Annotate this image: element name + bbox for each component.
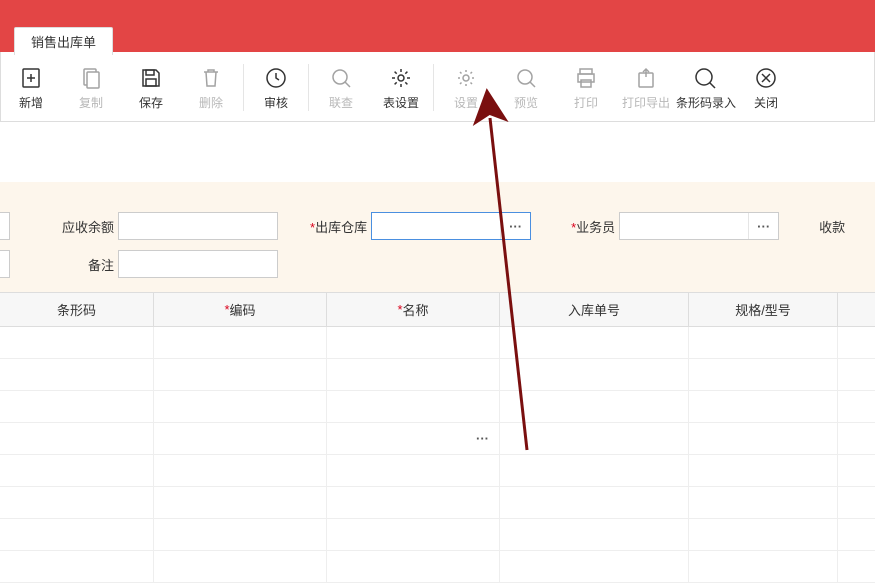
set-label: 设置 <box>454 94 478 111</box>
data-grid: 条形码 *编码 *名称 入库单号 规格/型号 ··· <box>0 292 875 583</box>
truncated-field-left-2 <box>0 250 10 278</box>
salesperson-picker-icon[interactable]: ··· <box>748 213 778 239</box>
table-row[interactable]: ··· <box>0 423 875 455</box>
print-export-button: 打印导出 <box>616 64 676 111</box>
toolbar: 新增 复制 保存 删除 审核 联查 表设置 <box>0 52 875 122</box>
active-tab[interactable]: 销售出库单 <box>14 27 113 55</box>
audit-label: 审核 <box>264 94 288 111</box>
warehouse-combo[interactable]: ··· <box>371 212 531 240</box>
table-settings-button[interactable]: 表设置 <box>371 64 431 111</box>
col-code[interactable]: *编码 <box>154 293 327 326</box>
new-button[interactable]: 新增 <box>1 64 61 111</box>
delete-button: 删除 <box>181 64 241 111</box>
close-button[interactable]: 关闭 <box>736 64 796 111</box>
tableset-label: 表设置 <box>383 94 419 111</box>
plus-page-icon <box>19 66 43 90</box>
remark-label: 备注 <box>78 255 114 274</box>
receivable-label: 应收余额 <box>54 217 114 236</box>
warehouse-label: *出库仓库 <box>310 217 367 236</box>
col-spec[interactable]: 规格/型号 <box>689 293 838 326</box>
table-row[interactable] <box>0 359 875 391</box>
gear-icon <box>389 66 413 90</box>
barcode-magnifier-icon <box>693 66 719 90</box>
table-row[interactable] <box>0 487 875 519</box>
copy-button: 复制 <box>61 64 121 111</box>
save-icon <box>139 66 163 90</box>
settings-button: 设置 <box>436 64 496 111</box>
col-name[interactable]: *名称 <box>327 293 500 326</box>
delete-label: 删除 <box>199 94 223 111</box>
receivable-input[interactable] <box>118 212 278 240</box>
warehouse-input[interactable] <box>372 213 500 239</box>
payment-label: 收款 <box>819 217 845 236</box>
salesperson-input[interactable] <box>620 213 748 239</box>
save-label: 保存 <box>139 94 163 111</box>
trash-icon <box>199 66 223 90</box>
col-inbound-no[interactable]: 入库单号 <box>500 293 689 326</box>
header-bar: 销售出库单 <box>0 0 875 52</box>
grid-body: ··· <box>0 327 875 583</box>
col-extra[interactable] <box>838 293 875 326</box>
table-row[interactable] <box>0 455 875 487</box>
cell-picker-icon[interactable]: ··· <box>327 423 499 454</box>
warehouse-picker-icon[interactable]: ··· <box>500 213 530 239</box>
table-row[interactable] <box>0 391 875 423</box>
magnifier-icon <box>329 66 353 90</box>
table-row[interactable] <box>0 327 875 359</box>
preview-icon <box>514 66 538 90</box>
barcode-label: 条形码录入 <box>676 94 736 111</box>
joint-query-button: 联查 <box>311 64 371 111</box>
save-button[interactable]: 保存 <box>121 64 181 111</box>
joint-label: 联查 <box>329 94 353 111</box>
col-barcode[interactable]: 条形码 <box>0 293 154 326</box>
copy-icon <box>79 66 103 90</box>
close-label: 关闭 <box>754 94 778 111</box>
print-icon <box>574 66 598 90</box>
print-label: 打印 <box>574 94 598 111</box>
table-row[interactable] <box>0 519 875 551</box>
table-row[interactable] <box>0 551 875 583</box>
printexp-label: 打印导出 <box>622 94 670 111</box>
truncated-field-left <box>0 212 10 240</box>
new-label: 新增 <box>19 94 43 111</box>
clock-check-icon <box>264 66 288 90</box>
salesperson-label: *业务员 <box>571 217 615 236</box>
salesperson-combo[interactable]: ··· <box>619 212 779 240</box>
filter-form: 应收余额 *出库仓库 ··· *业务员 ··· 收款 备注 <box>0 182 875 292</box>
grid-header: 条形码 *编码 *名称 入库单号 规格/型号 <box>0 293 875 327</box>
preview-label: 预览 <box>514 94 538 111</box>
close-circle-icon <box>754 66 778 90</box>
gear-small-icon <box>454 66 478 90</box>
remark-input[interactable] <box>118 250 278 278</box>
audit-button[interactable]: 审核 <box>246 64 306 111</box>
copy-label: 复制 <box>79 94 103 111</box>
preview-button: 预览 <box>496 64 556 111</box>
barcode-input-button[interactable]: 条形码录入 <box>676 64 736 111</box>
print-button: 打印 <box>556 64 616 111</box>
export-icon <box>634 66 658 90</box>
